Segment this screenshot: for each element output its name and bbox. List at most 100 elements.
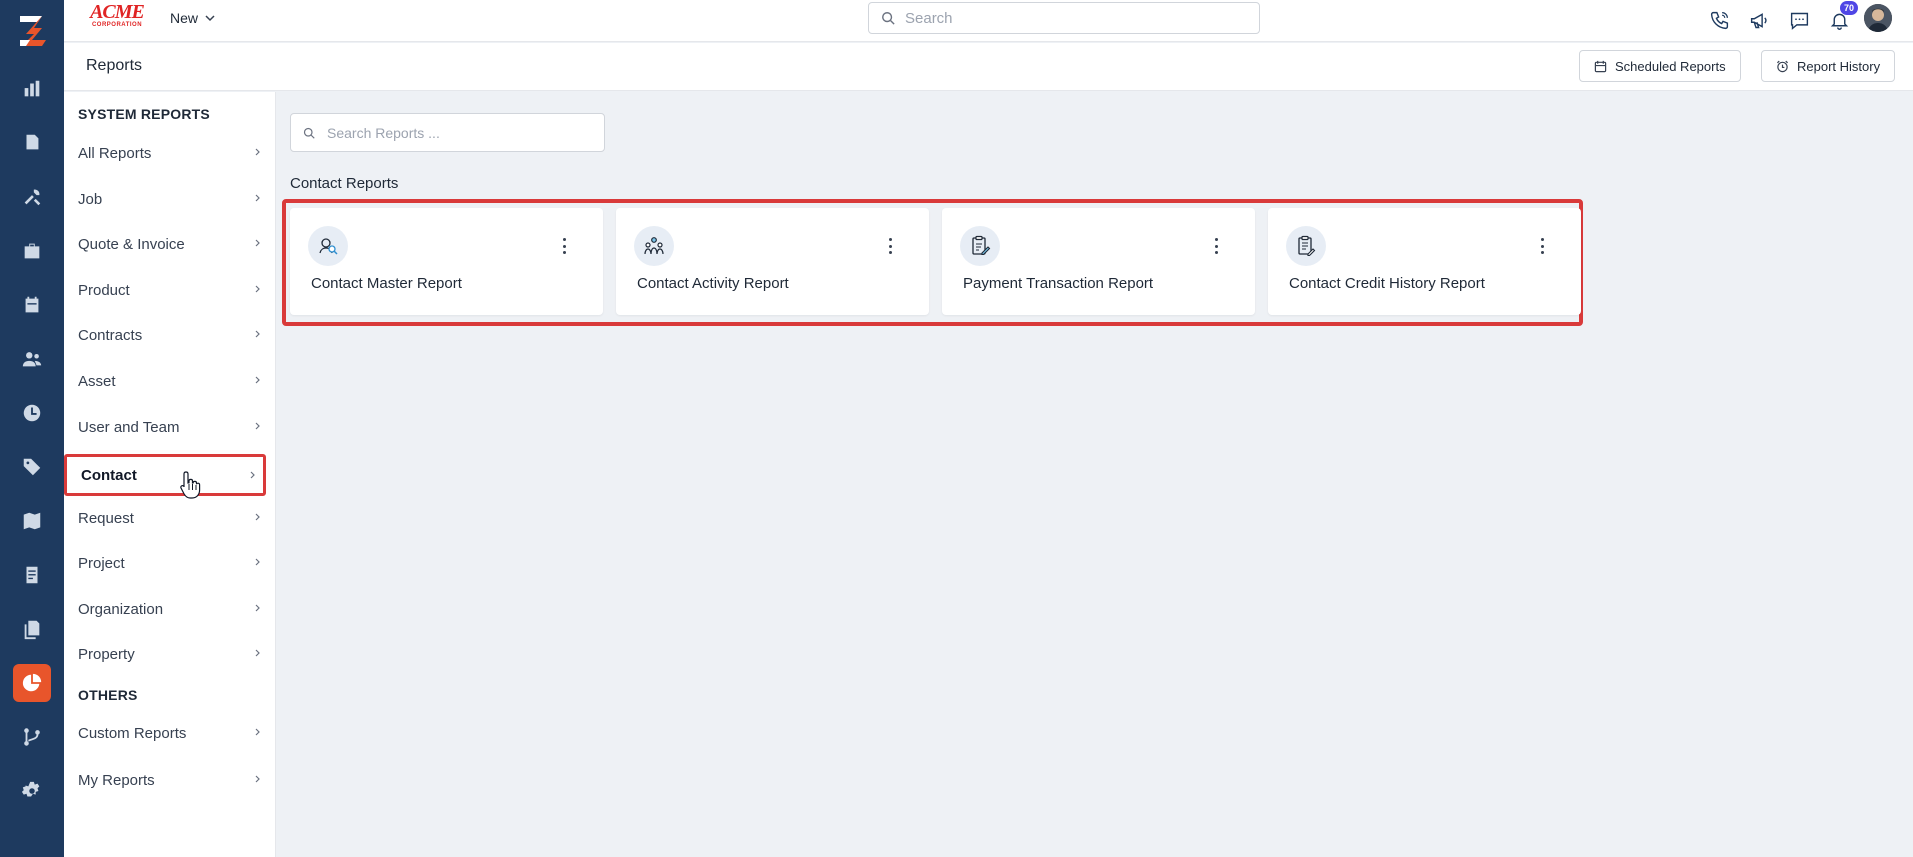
hand-cursor-icon [180, 471, 201, 499]
menu-item-quote-invoice[interactable]: Quote & Invoice [64, 227, 276, 261]
documents-icon[interactable] [16, 613, 48, 645]
scheduled-reports-label: Scheduled Reports [1615, 58, 1726, 74]
menu-item-job[interactable]: Job [64, 182, 276, 216]
menu-item-label: Job [78, 190, 103, 208]
tools-icon[interactable] [16, 181, 48, 213]
tag-icon[interactable] [16, 451, 48, 483]
reports-menu: SYSTEM REPORTS All Reports Job Quote & I… [64, 92, 276, 857]
menu-item-asset[interactable]: Asset [64, 364, 276, 398]
menu-item-label: All Reports [78, 144, 152, 162]
clock-icon[interactable] [16, 397, 48, 429]
group-activity-icon [634, 226, 674, 266]
menu-item-user-and-team[interactable]: User and Team [64, 410, 276, 444]
report-card[interactable]: Payment Transaction Report [942, 208, 1255, 315]
more-options-icon[interactable] [1539, 238, 1545, 254]
briefcase-icon[interactable] [16, 235, 48, 267]
clipboard-edit-icon [960, 226, 1000, 266]
new-button[interactable]: New [170, 10, 216, 26]
scheduled-reports-button[interactable]: Scheduled Reports [1579, 50, 1741, 82]
alarm-clock-icon [1776, 60, 1789, 72]
brand-logo[interactable]: ACME CORPORATION [86, 1, 148, 31]
chevron-right-icon [255, 239, 260, 247]
app-rail [0, 0, 64, 857]
chevron-right-icon [255, 376, 260, 384]
chat-icon[interactable] [1786, 7, 1812, 33]
menu-item-label: Request [78, 509, 134, 527]
menu-item-label: Contact [81, 466, 137, 484]
workflow-icon[interactable] [16, 721, 48, 753]
search-icon [882, 12, 895, 25]
brand-name: ACME [90, 1, 145, 23]
report-card[interactable]: Contact Master Report [290, 208, 603, 315]
chevron-right-icon [255, 558, 260, 566]
avatar[interactable] [1864, 4, 1892, 32]
page-header: Reports Scheduled Reports Report History [64, 43, 1913, 91]
chevron-down-icon [205, 15, 215, 22]
calendar-icon [1594, 60, 1607, 72]
more-options-icon[interactable] [561, 238, 567, 254]
phone-icon[interactable] [1706, 7, 1732, 33]
invoice-icon[interactable] [16, 559, 48, 591]
menu-item-my-reports[interactable]: My Reports [64, 763, 276, 797]
chevron-right-icon [255, 728, 260, 736]
menu-item-project[interactable]: Project [64, 546, 276, 580]
new-button-label: New [170, 10, 199, 26]
jobs-icon[interactable] [16, 127, 48, 159]
report-search-input[interactable] [327, 124, 587, 141]
map-icon[interactable] [16, 505, 48, 537]
menu-item-custom-reports[interactable]: Custom Reports [64, 716, 276, 750]
menu-item-all-reports[interactable]: All Reports [64, 136, 276, 170]
menu-item-contracts[interactable]: Contracts [64, 318, 276, 352]
chevron-right-icon [255, 422, 260, 430]
menu-item-label: Custom Reports [78, 724, 187, 742]
global-search-input[interactable] [905, 9, 1225, 27]
calendar-icon[interactable] [16, 289, 48, 321]
menu-item-label: User and Team [78, 418, 180, 436]
menu-item-label: Contracts [78, 326, 143, 344]
report-history-label: Report History [1797, 58, 1881, 74]
settings-icon[interactable] [16, 775, 48, 807]
chevron-right-icon [255, 513, 260, 521]
page-title: Reports [86, 57, 143, 74]
chevron-right-icon [255, 148, 260, 156]
report-card-name: Contact Master Report [311, 275, 462, 292]
menu-item-organization[interactable]: Organization [64, 592, 276, 626]
brand-tagline: CORPORATION [91, 22, 143, 28]
menu-item-label: My Reports [78, 771, 155, 789]
chevron-right-icon [255, 194, 260, 202]
chevron-right-icon [255, 330, 260, 338]
report-card-name: Contact Credit History Report [1289, 275, 1485, 292]
report-card[interactable]: Contact Activity Report [616, 208, 929, 315]
menu-item-product[interactable]: Product [64, 273, 276, 307]
menu-item-label: Property [78, 645, 135, 663]
user-avatar-icon [1864, 4, 1892, 32]
report-search[interactable] [290, 113, 605, 152]
contact-search-icon [308, 226, 348, 266]
menu-item-label: Project [78, 554, 125, 572]
others-heading: OTHERS [78, 687, 138, 703]
users-icon[interactable] [16, 343, 48, 375]
more-options-icon[interactable] [887, 238, 893, 254]
more-options-icon[interactable] [1213, 238, 1219, 254]
chevron-right-icon [255, 604, 260, 612]
report-card[interactable]: Contact Credit History Report [1268, 208, 1581, 315]
reports-icon[interactable] [13, 664, 51, 702]
menu-item-property[interactable]: Property [64, 637, 276, 671]
system-reports-heading: SYSTEM REPORTS [78, 106, 210, 122]
report-history-button[interactable]: Report History [1761, 50, 1896, 82]
menu-item-label: Product [78, 281, 130, 299]
clipboard-list-icon [1286, 226, 1326, 266]
menu-item-label: Organization [78, 600, 164, 618]
megaphone-icon[interactable] [1746, 7, 1772, 33]
dashboard-icon[interactable] [16, 73, 48, 105]
chevron-right-icon [255, 649, 260, 657]
menu-item-request[interactable]: Request [64, 501, 276, 535]
menu-item-label: Asset [78, 372, 116, 390]
chevron-right-icon [255, 285, 260, 293]
chevron-right-icon [250, 471, 255, 479]
menu-item-contact[interactable]: Contact [64, 454, 266, 496]
search-icon [303, 127, 315, 139]
app-logo-icon[interactable] [12, 10, 52, 50]
global-search[interactable] [868, 2, 1260, 34]
report-group-title: Contact Reports [290, 175, 399, 192]
